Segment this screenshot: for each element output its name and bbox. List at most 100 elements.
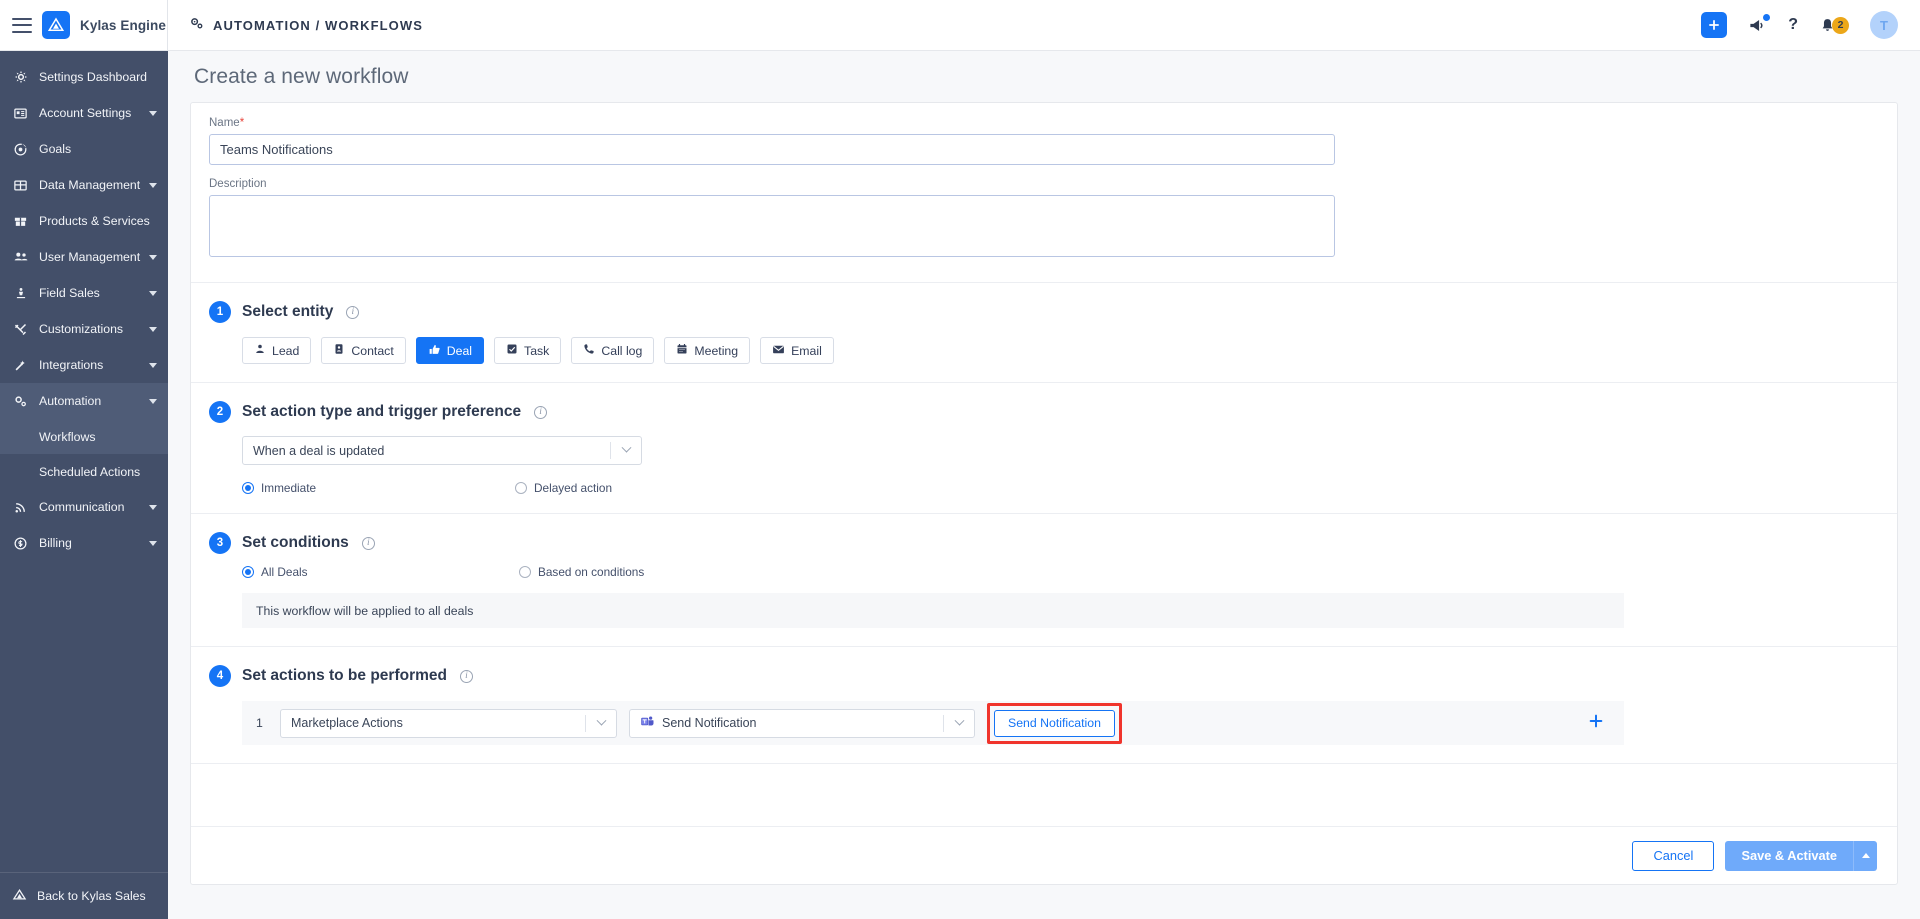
conditions-radio-group: All Deals Based on conditions bbox=[242, 565, 1879, 579]
radio-immediate[interactable]: Immediate bbox=[242, 481, 515, 495]
step-number: 3 bbox=[209, 532, 231, 554]
chevron-down-icon[interactable] bbox=[149, 290, 157, 296]
sidebar-item-automation[interactable]: Automation bbox=[0, 383, 168, 419]
gears-icon bbox=[189, 16, 204, 34]
form-footer: Cancel Save & Activate bbox=[191, 826, 1897, 884]
section-body: 1 Marketplace Actions Send Notification … bbox=[209, 701, 1879, 745]
sidebar-item-label: Products & Services bbox=[39, 214, 150, 228]
sidebar-item-field-sales[interactable]: Field Sales bbox=[0, 275, 168, 311]
chevron-down-icon[interactable] bbox=[149, 110, 157, 116]
phone-icon bbox=[583, 343, 595, 358]
chevron-down-icon[interactable] bbox=[149, 326, 157, 332]
chevron-down-icon[interactable] bbox=[611, 442, 641, 454]
contact-card-icon bbox=[333, 343, 345, 358]
sidebar-item-scheduled-actions[interactable]: Scheduled Actions bbox=[0, 454, 168, 489]
sidebar-item-goals[interactable]: Goals bbox=[0, 131, 168, 167]
sidebar-item-data-management[interactable]: Data Management bbox=[0, 167, 168, 203]
radio-label: All Deals bbox=[261, 565, 308, 579]
save-activate-button[interactable]: Save & Activate bbox=[1725, 840, 1853, 871]
radio-delayed-action[interactable]: Delayed action bbox=[515, 481, 612, 495]
checkbox-icon bbox=[506, 343, 518, 358]
radio-based-on-conditions[interactable]: Based on conditions bbox=[519, 565, 644, 579]
chevron-down-icon[interactable] bbox=[586, 715, 616, 727]
wand-icon bbox=[11, 358, 30, 373]
avatar[interactable]: T bbox=[1870, 11, 1898, 39]
entity-chip-deal[interactable]: Deal bbox=[415, 337, 485, 364]
person-icon bbox=[254, 343, 266, 358]
cancel-button[interactable]: Cancel bbox=[1632, 840, 1715, 871]
entity-chip-call-log[interactable]: Call log bbox=[571, 337, 655, 364]
bell-icon[interactable]: 2 bbox=[1819, 16, 1849, 34]
sidebar-item-communication[interactable]: Communication bbox=[0, 489, 168, 525]
action-category-select[interactable]: Marketplace Actions bbox=[280, 708, 617, 738]
entity-chip-task[interactable]: Task bbox=[494, 337, 562, 364]
chevron-down-icon[interactable] bbox=[944, 715, 974, 727]
description-textarea[interactable] bbox=[209, 195, 1335, 257]
action-type-value: Send Notification bbox=[662, 716, 757, 730]
thumbs-up-icon bbox=[428, 343, 441, 359]
info-icon[interactable]: i bbox=[534, 405, 548, 419]
name-label: Name* bbox=[209, 117, 1879, 129]
sidebar-item-label: Integrations bbox=[39, 358, 104, 372]
grid-icon bbox=[11, 178, 30, 193]
question-mark-icon[interactable]: ? bbox=[1788, 16, 1798, 34]
back-label: Back to Kylas Sales bbox=[37, 889, 146, 903]
info-icon[interactable]: i bbox=[361, 536, 375, 550]
trigger-select-value: When a deal is updated bbox=[253, 443, 385, 458]
chevron-down-icon[interactable] bbox=[149, 362, 157, 368]
entity-chip-meeting[interactable]: Meeting bbox=[664, 337, 751, 364]
users-icon bbox=[11, 249, 30, 265]
back-to-kylas-sales-button[interactable]: Back to Kylas Sales bbox=[0, 872, 168, 919]
trigger-select[interactable]: When a deal is updated bbox=[242, 436, 642, 465]
megaphone-icon[interactable] bbox=[1748, 13, 1771, 35]
section-set-conditions: 3 Set conditions i All Deals Based on co… bbox=[191, 514, 1897, 647]
calendar-icon bbox=[676, 343, 688, 358]
sidebar-item-workflows[interactable]: Workflows bbox=[0, 419, 168, 454]
sidebar-item-settings-dashboard[interactable]: Settings Dashboard bbox=[0, 59, 168, 95]
topbar-brand-area: Kylas Engine bbox=[0, 0, 168, 51]
plus-icon[interactable] bbox=[1701, 12, 1728, 38]
chevron-down-icon[interactable] bbox=[149, 540, 157, 546]
info-icon[interactable]: i bbox=[459, 669, 473, 683]
chevron-down-icon[interactable] bbox=[149, 398, 157, 404]
sidebar-item-label: Field Sales bbox=[39, 286, 100, 300]
action-type-select[interactable]: Send Notification bbox=[629, 708, 975, 738]
sidebar-items: Settings Dashboard Account Settings Goal… bbox=[0, 51, 168, 872]
caret-up-icon[interactable] bbox=[1853, 840, 1877, 871]
send-notification-button[interactable]: Send Notification bbox=[994, 709, 1115, 737]
sidebar-item-label: Data Management bbox=[39, 178, 141, 192]
chevron-down-icon[interactable] bbox=[149, 504, 157, 510]
name-input[interactable] bbox=[209, 134, 1335, 165]
chevron-down-icon[interactable] bbox=[149, 182, 157, 188]
sidebar-item-label: Settings Dashboard bbox=[39, 70, 148, 84]
dollar-circle-icon bbox=[11, 536, 30, 551]
radio-circle-icon bbox=[242, 566, 254, 578]
radio-label: Based on conditions bbox=[538, 565, 645, 579]
hamburger-icon[interactable] bbox=[12, 17, 32, 33]
radio-circle-icon bbox=[519, 566, 531, 578]
sidebar-item-integrations[interactable]: Integrations bbox=[0, 347, 168, 383]
chip-label: Call log bbox=[601, 343, 643, 358]
sidebar-item-label: User Management bbox=[39, 250, 141, 264]
topbar-actions: ? 2 T bbox=[1701, 11, 1920, 39]
add-action-plus-icon[interactable] bbox=[1588, 713, 1610, 733]
action-category-value: Marketplace Actions bbox=[291, 716, 403, 730]
sidebar-item-billing[interactable]: Billing bbox=[0, 525, 168, 561]
sidebar-item-customizations[interactable]: Customizations bbox=[0, 311, 168, 347]
radio-all-deals[interactable]: All Deals bbox=[242, 565, 519, 579]
sidebar-item-products-services[interactable]: Products & Services bbox=[0, 203, 168, 239]
entity-chip-lead[interactable]: Lead bbox=[242, 337, 312, 364]
kylas-logo-icon[interactable] bbox=[42, 11, 70, 39]
chevron-down-icon[interactable] bbox=[149, 254, 157, 260]
section-set-actions: 4 Set actions to be performed i 1 Market… bbox=[191, 647, 1897, 764]
step-number: 1 bbox=[209, 301, 231, 323]
entity-chip-group: Lead Contact Deal Task Call log Meeting … bbox=[242, 337, 1879, 364]
help-label: ? bbox=[1788, 16, 1798, 33]
section-header: 3 Set conditions i bbox=[209, 532, 1879, 554]
sidebar-item-user-management[interactable]: User Management bbox=[0, 239, 168, 275]
sidebar-item-account-settings[interactable]: Account Settings bbox=[0, 95, 168, 131]
info-icon[interactable]: i bbox=[346, 305, 360, 319]
entity-chip-email[interactable]: Email bbox=[760, 337, 834, 364]
section-header: 4 Set actions to be performed i bbox=[209, 665, 1879, 687]
entity-chip-contact[interactable]: Contact bbox=[321, 337, 406, 364]
